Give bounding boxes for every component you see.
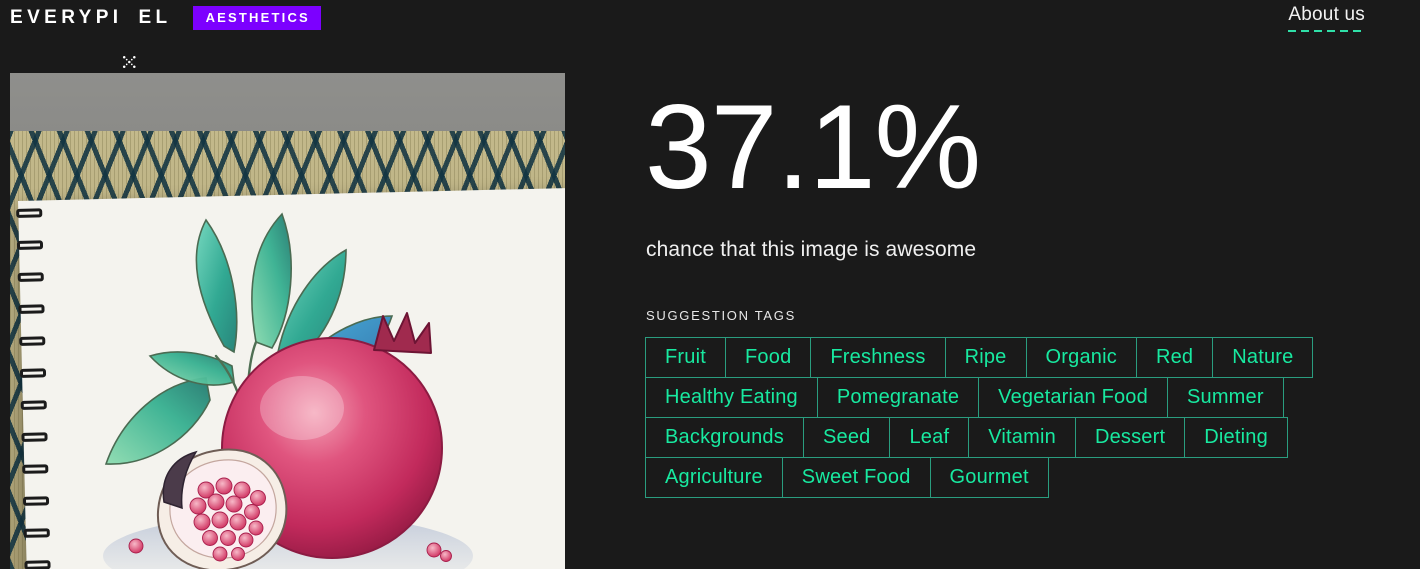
suggestion-tag[interactable]: Pomegranate [816,377,980,418]
aesthetics-badge: AESTHETICS [192,6,321,30]
results-panel: 37.1% chance that this image is awesome … [645,0,1405,569]
suggestion-tags-title: SUGGESTION TAGS [646,308,796,323]
suggestion-tag[interactable]: Food [725,337,812,378]
suggestion-tag[interactable]: Dessert [1074,417,1186,458]
logo-wordmark: EVERYPI EL [10,7,172,69]
suggestion-tag[interactable]: Fruit [645,337,726,378]
aesthetics-score: 37.1% [645,80,981,214]
suggestion-tag[interactable]: Organic [1025,337,1137,378]
suggestion-tag[interactable]: Leaf [889,417,970,458]
suggestion-tag[interactable]: Backgrounds [645,417,804,458]
suggestion-tag[interactable]: Healthy Eating [645,377,818,418]
suggestion-tag[interactable]: Sweet Food [781,457,931,498]
analyzed-image[interactable] [10,73,565,569]
aesthetics-score-caption: chance that this image is awesome [646,238,977,261]
suggestion-tag[interactable]: Vitamin [968,417,1076,458]
suggestion-tag[interactable]: Agriculture [645,457,783,498]
suggestion-tag[interactable]: Summer [1166,377,1284,418]
brand-logo[interactable]: EVERYPI EL AESTHETICS [10,6,321,69]
suggestion-tag[interactable]: Nature [1212,337,1314,378]
photo-sketchbook-page [18,187,565,569]
x-dots-icon [122,10,137,69]
suggestion-tag[interactable]: Seed [802,417,891,458]
suggestion-tag[interactable]: Freshness [810,337,946,378]
suggestion-tag[interactable]: Red [1135,337,1214,378]
app-root: EVERYPI EL AESTHETICS About us 37.1% cha… [0,0,1420,569]
suggestion-tag[interactable]: Vegetarian Food [978,377,1168,418]
logo-text-after: EL [138,7,172,28]
suggestion-tag[interactable]: Ripe [944,337,1027,378]
suggestion-tag[interactable]: Gourmet [929,457,1049,498]
suggestion-tag[interactable]: Dieting [1184,417,1288,458]
suggestion-tags-list: Fruit Food Freshness Ripe Organic Red Nature He… [645,337,1380,498]
logo-text-before: EVERYPI [10,7,123,28]
